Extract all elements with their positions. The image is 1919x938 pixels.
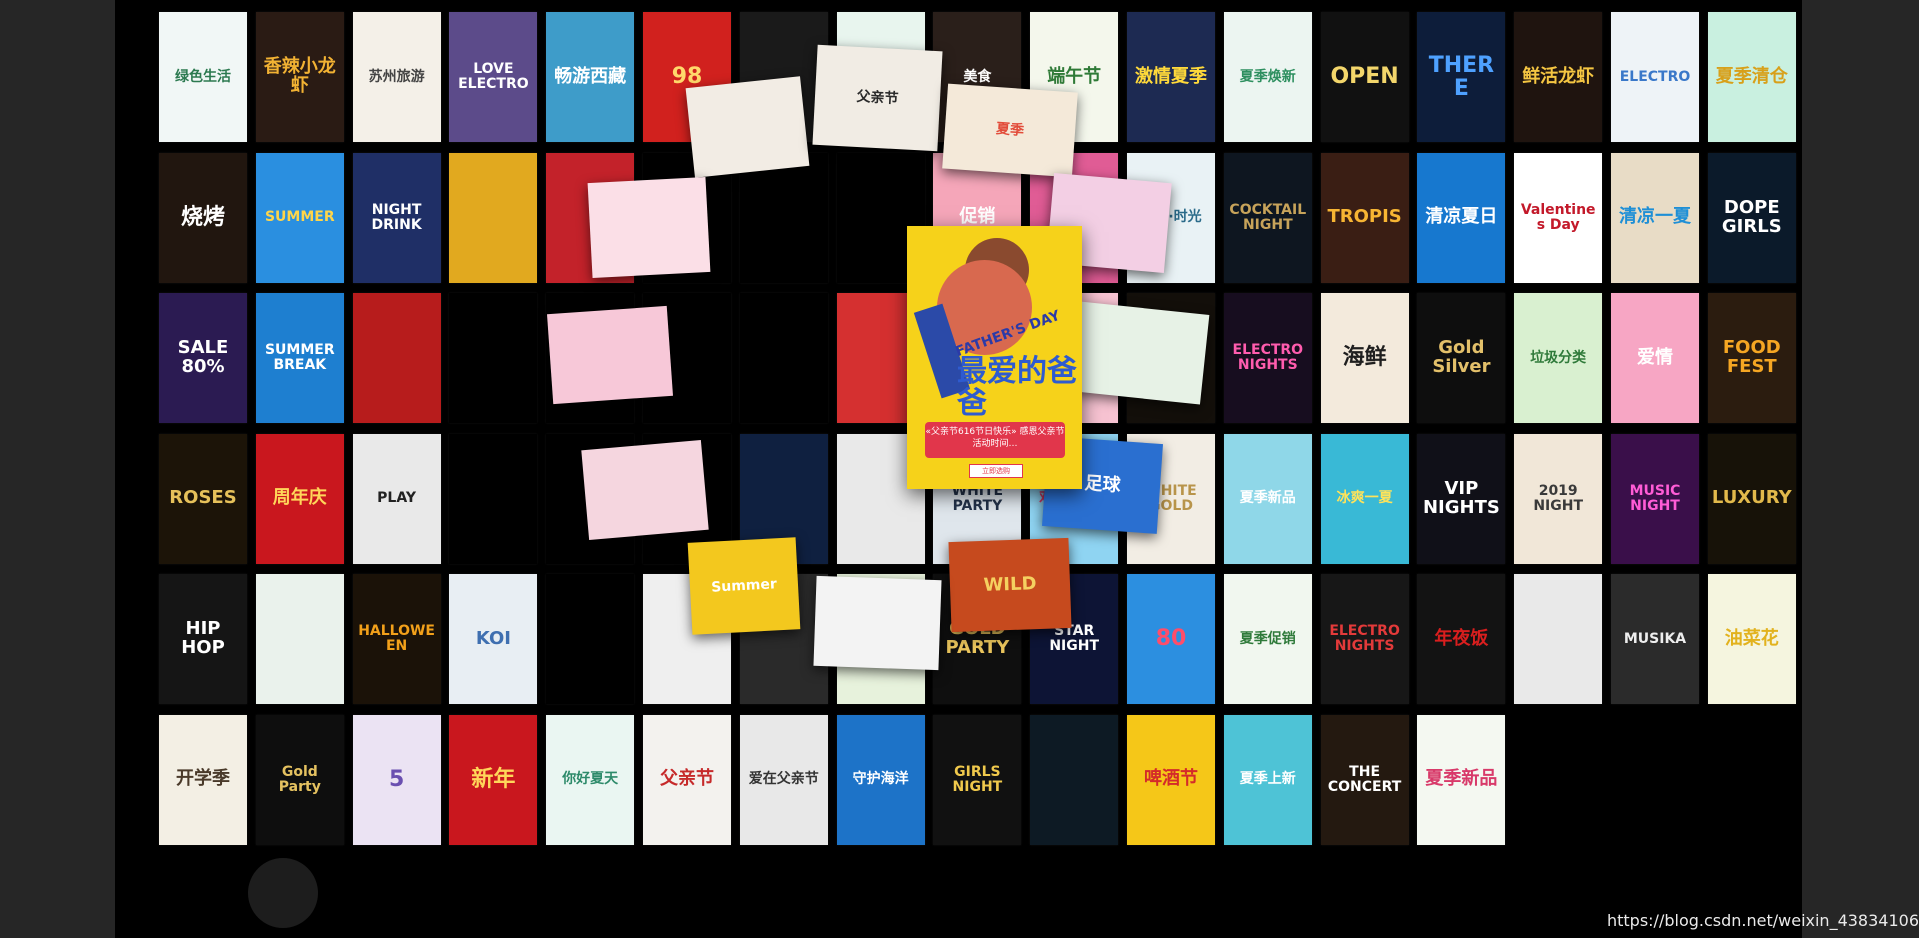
poster-tile[interactable]: 清凉一夏 <box>1611 152 1699 283</box>
poster-tile[interactable]: DOPE GIRLS <box>1707 152 1796 283</box>
poster-tile[interactable]: ELECTRO NIGHTS <box>1223 293 1312 423</box>
floating-poster[interactable] <box>685 76 810 178</box>
poster-tile[interactable]: 爱情 <box>1611 293 1699 423</box>
poster-tile[interactable]: 夏季清仓 <box>1707 12 1796 142</box>
poster-tile[interactable] <box>1514 574 1603 704</box>
poster-tile[interactable]: HALLOWEEN <box>352 574 441 704</box>
floating-poster[interactable]: WILD <box>948 537 1072 633</box>
poster-tile[interactable]: 海鲜 <box>1320 293 1409 423</box>
floating-poster[interactable]: 父亲节 <box>812 44 943 152</box>
poster-tile[interactable] <box>1030 714 1119 845</box>
poster-tile[interactable]: LOVE ELECTRO <box>449 12 538 142</box>
floating-poster[interactable] <box>1070 301 1210 405</box>
poster-tile[interactable]: 冰爽一夏 <box>1320 433 1409 564</box>
poster-tile[interactable]: 油菜花 <box>1707 574 1796 704</box>
poster-tile[interactable]: Valentines Day <box>1514 152 1603 283</box>
poster-tile[interactable] <box>739 152 828 283</box>
poster-tile[interactable]: 垃圾分类 <box>1514 293 1603 423</box>
poster-tile[interactable]: KOI <box>449 574 538 704</box>
poster-tile[interactable]: 你好夏天 <box>546 714 635 845</box>
poster-tile[interactable]: TROPIS <box>1320 152 1409 283</box>
poster-tile[interactable]: 年夜饭 <box>1417 574 1506 704</box>
play-button-icon[interactable] <box>248 858 318 928</box>
poster-tile[interactable]: THERE <box>1417 12 1506 142</box>
floating-poster[interactable] <box>813 575 942 671</box>
poster-tile[interactable]: Gold Silver <box>1417 293 1506 423</box>
poster-tile[interactable]: 夏季新品 <box>1223 433 1312 564</box>
poster-tile[interactable]: 绿色生活 <box>159 12 247 142</box>
poster-tile[interactable]: 守护海洋 <box>836 714 925 845</box>
poster-tile[interactable]: SUMMER <box>255 152 344 283</box>
poster-tile[interactable]: PLAY <box>352 433 441 564</box>
featured-poster[interactable]: FATHER'S DAY 最爱的爸爸 «父亲节616节日快乐» 感恩父亲节 活动… <box>907 226 1082 489</box>
poster-tile[interactable]: MUSIC NIGHT <box>1611 433 1699 564</box>
poster-tile[interactable]: 开学季 <box>159 714 247 845</box>
poster-tile[interactable]: FOOD FEST <box>1707 293 1796 423</box>
poster-tile[interactable]: SUMMER BREAK <box>255 293 344 423</box>
poster-tile[interactable]: 清凉夏日 <box>1417 152 1506 283</box>
poster-tile[interactable]: VIP NIGHTS <box>1417 433 1506 564</box>
floating-poster[interactable] <box>581 439 709 541</box>
poster-tile[interactable] <box>449 433 538 564</box>
featured-button[interactable]: 立即选购 <box>969 464 1023 478</box>
poster-tile[interactable]: 夏季焕新 <box>1223 12 1312 142</box>
poster-tile[interactable]: 周年庆 <box>255 433 344 564</box>
poster-tile[interactable]: 苏州旅游 <box>352 12 441 142</box>
poster-tile[interactable] <box>739 293 828 423</box>
poster-tile[interactable]: 畅游西藏 <box>546 12 635 142</box>
poster-wall-stage: 绿色生活香辣小龙虾苏州旅游LOVE ELECTRO畅游西藏98夏季清仓美食端午节… <box>115 0 1802 938</box>
poster-tile[interactable]: 激情夏季 <box>1127 12 1215 142</box>
poster-tile[interactable] <box>449 152 538 283</box>
poster-tile[interactable]: ELECTRO NIGHTS <box>1320 574 1409 704</box>
poster-tile[interactable] <box>449 293 538 423</box>
poster-tile[interactable]: 香辣小龙虾 <box>255 12 344 142</box>
poster-tile[interactable]: 80 <box>1127 574 1215 704</box>
featured-banner: «父亲节616节日快乐» 感恩父亲节 活动时间… <box>925 422 1065 458</box>
floating-poster[interactable]: Summer <box>687 537 801 635</box>
poster-tile[interactable]: 5 <box>352 714 441 845</box>
poster-tile[interactable]: THE CONCERT <box>1320 714 1409 845</box>
poster-tile[interactable]: 父亲节 <box>643 714 731 845</box>
poster-tile[interactable]: OPEN <box>1320 12 1409 142</box>
poster-tile[interactable] <box>255 574 344 704</box>
poster-tile[interactable]: MUSIKA <box>1611 574 1699 704</box>
poster-tile[interactable]: LUXURY <box>1707 433 1796 564</box>
floating-poster[interactable] <box>587 176 711 279</box>
poster-tile[interactable]: Gold Party <box>255 714 344 845</box>
poster-tile[interactable]: 新年 <box>449 714 538 845</box>
poster-tile[interactable]: 啤酒节 <box>1127 714 1215 845</box>
poster-tile[interactable]: COCKTAIL NIGHT <box>1223 152 1312 283</box>
poster-tile[interactable]: GIRLS NIGHT <box>933 714 1022 845</box>
poster-tile[interactable]: 爱在父亲节 <box>739 714 828 845</box>
poster-tile[interactable]: 鲜活龙虾 <box>1514 12 1603 142</box>
poster-tile[interactable]: NIGHT DRINK <box>352 152 441 283</box>
poster-tile[interactable]: ELECTRO <box>1611 12 1699 142</box>
poster-tile[interactable]: 夏季上新 <box>1223 714 1312 845</box>
floating-poster[interactable] <box>547 305 673 405</box>
poster-tile[interactable]: ROSES <box>159 433 247 564</box>
poster-tile[interactable]: 夏季新品 <box>1417 714 1506 845</box>
poster-tile[interactable]: 烧烤 <box>159 152 247 283</box>
poster-tile[interactable]: HIP HOP <box>159 574 247 704</box>
poster-tile[interactable] <box>546 574 635 704</box>
poster-tile[interactable]: 2019 NIGHT <box>1514 433 1603 564</box>
poster-tile[interactable]: 夏季促销 <box>1223 574 1312 704</box>
featured-title-cn: 最爱的爸爸 <box>957 354 1077 421</box>
poster-tile[interactable]: SALE 80% <box>159 293 247 423</box>
watermark-url: https://blog.csdn.net/weixin_43834106 <box>1606 911 1919 930</box>
poster-tile[interactable] <box>352 293 441 423</box>
floating-poster[interactable]: 夏季 <box>942 83 1078 178</box>
